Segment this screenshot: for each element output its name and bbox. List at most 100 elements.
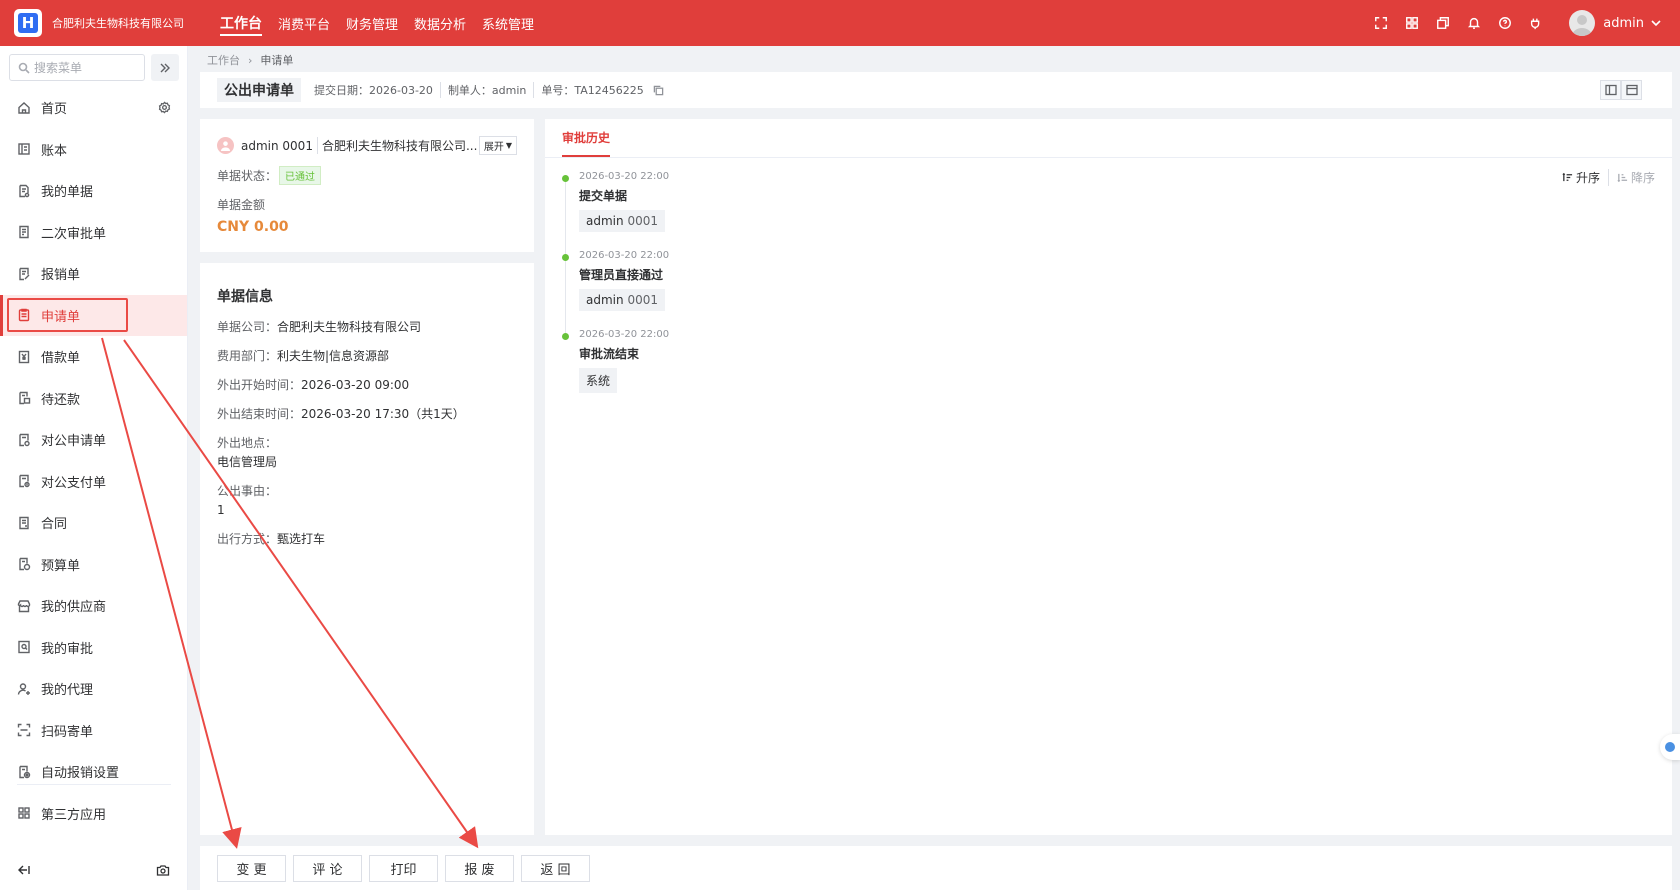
timeline-time: 2026-03-20 22:00: [579, 171, 670, 182]
sidebar-item-scan[interactable]: 扫码寄单: [0, 710, 187, 752]
expand-button[interactable]: 展开 ▼: [478, 136, 517, 155]
sidebar-item-budget[interactable]: 预算单: [0, 544, 187, 586]
sidebar-item-corp-application[interactable]: 对公申请单: [0, 419, 187, 461]
reimbursement-icon: [19, 267, 30, 280]
top-nav-workbench[interactable]: 工作台: [212, 0, 270, 46]
sidebar-item-auto-reimburse[interactable]: 自动报销设置: [0, 751, 187, 793]
apps-grid-icon[interactable]: [1396, 11, 1427, 35]
sort-controls: 升序 降序: [1554, 169, 1655, 186]
layout-switch: [1600, 80, 1642, 100]
help-icon[interactable]: [1489, 11, 1520, 35]
approval-timeline: 2026-03-20 22:00 提交单据 admin 0001 2026-03-20…: [562, 171, 669, 408]
info-row: 外出开始时间：2026-03-20 09:00: [217, 377, 517, 393]
company-name: 合肥利夫生物科技有限公司: [52, 17, 184, 30]
sort-asc-button[interactable]: 升序: [1554, 169, 1609, 186]
assistant-icon: [1665, 742, 1675, 752]
double-chevron-right-icon: [160, 63, 171, 72]
sidebar-item-contract[interactable]: 合同: [0, 502, 187, 544]
sidebar-item-home[interactable]: 首页: [0, 87, 187, 129]
chevron-down-icon: [1651, 20, 1661, 27]
sidebar-item-label: 借款单: [41, 351, 81, 367]
assistant-float-button[interactable]: [1660, 734, 1680, 760]
top-nav-consumption[interactable]: 消费平台: [270, 0, 338, 46]
sidebar-item-reimbursement[interactable]: 报销单: [0, 253, 187, 295]
top-nav-system[interactable]: 系统管理: [474, 0, 542, 46]
top-nav-analytics[interactable]: 数据分析: [406, 0, 474, 46]
sidebar-item-label: 首页: [41, 102, 68, 118]
void-button[interactable]: 报 废: [445, 854, 514, 882]
expand-sidebar-button[interactable]: [151, 54, 179, 81]
sidebar-item-label: 预算单: [41, 558, 81, 574]
sort-asc-label: 升序: [1575, 171, 1600, 185]
sidebar-item-label: 自动报销设置: [41, 766, 120, 782]
info-row: 出行方式：甄选打车: [217, 531, 517, 547]
split-layout-button[interactable]: [1600, 80, 1621, 100]
sidebar-item-application[interactable]: 申请单: [0, 294, 187, 336]
breadcrumb-workbench[interactable]: 工作台: [207, 52, 240, 68]
sidebar-item-repayment[interactable]: 待还款: [0, 378, 187, 420]
timeline-line: [565, 261, 566, 333]
sidebar-item-proxy[interactable]: 我的代理: [0, 668, 187, 710]
sidebar-item-third-party[interactable]: 第三方应用: [0, 793, 187, 835]
highlight-box: [7, 297, 128, 332]
sidebar-item-label: 对公申请单: [41, 434, 107, 450]
sidebar-item-label: 我的单据: [41, 185, 94, 201]
search-placeholder: 搜索菜单: [34, 61, 83, 75]
full-layout-button[interactable]: [1621, 80, 1642, 100]
sidebar-item-label: 扫码寄单: [41, 724, 94, 740]
sidebar-item-label: 我的代理: [41, 683, 94, 699]
app-logo[interactable]: H: [14, 9, 42, 37]
approval-history-card: 审批历史 升序 降序 2026-03-20 22:00 提交单据 admin 000…: [545, 119, 1672, 835]
fullscreen-icon[interactable]: [1365, 11, 1396, 35]
sidebar-item-my-approval[interactable]: 我的审批: [0, 627, 187, 669]
menu-search-input[interactable]: 搜索菜单: [9, 54, 146, 81]
sort-asc-icon: [1562, 172, 1573, 182]
timeline-actor: 系统: [579, 368, 618, 393]
tab-approval-history[interactable]: 审批历史: [562, 119, 611, 157]
proxy-icon: [17, 683, 30, 695]
sidebar-item-label: 对公支付单: [41, 475, 107, 491]
sidebar-item-label: 第三方应用: [41, 807, 107, 823]
windows-icon[interactable]: [1427, 11, 1458, 35]
full-view-icon: [1625, 84, 1638, 96]
menu-divider: [17, 784, 171, 785]
sort-desc-icon: [1617, 173, 1628, 183]
sidebar: 搜索菜单 首页 账本 我的单据 二次审批单 报销单 申请单 借款单 待还款 对公…: [0, 46, 188, 890]
info-row: 公出事由： 1: [217, 483, 517, 518]
tabs: 审批历史: [545, 119, 1672, 158]
sidebar-item-ledger[interactable]: 账本: [0, 129, 187, 171]
copy-icon[interactable]: [653, 85, 664, 96]
summary-card: admin 0001 合肥利夫生物科技有限公司... 展开 ▼ 单据状态： 已通过…: [200, 119, 534, 252]
camera-icon[interactable]: [156, 863, 170, 877]
timeline-title: 审批流结束: [579, 347, 640, 361]
search-icon: [18, 62, 30, 74]
sidebar-footer: [0, 850, 187, 890]
auto-reimburse-icon: [19, 765, 31, 778]
sidebar-item-my-docs[interactable]: 我的单据: [0, 170, 187, 212]
collapse-sidebar-icon[interactable]: [17, 863, 31, 877]
back-button[interactable]: 返 回: [521, 854, 590, 882]
sidebar-item-loan[interactable]: 借款单: [0, 336, 187, 378]
info-key: 外出开始时间：: [217, 378, 302, 392]
print-button[interactable]: 打印: [369, 854, 438, 882]
bell-icon[interactable]: [1458, 11, 1489, 35]
gear-icon[interactable]: [158, 101, 171, 114]
top-nav: 工作台 消费平台 财务管理 数据分析 系统管理: [212, 0, 542, 46]
sort-desc-button[interactable]: 降序: [1609, 169, 1655, 186]
sidebar-item-supplier[interactable]: 我的供应商: [0, 585, 187, 627]
info-key: 单据公司：: [217, 320, 278, 334]
user-menu[interactable]: admin: [1569, 10, 1662, 36]
home-icon: [18, 101, 30, 114]
amount-label: 单据金额: [217, 198, 266, 212]
info-value: 利夫生物|信息资源部: [277, 349, 390, 363]
plugin-icon[interactable]: [1520, 11, 1551, 35]
timeline-dot: [562, 254, 569, 261]
change-button[interactable]: 变 更: [217, 854, 286, 882]
timeline-dot: [562, 333, 569, 340]
comment-button[interactable]: 评 论: [293, 854, 362, 882]
sidebar-item-corp-payment[interactable]: 对公支付单: [0, 461, 187, 503]
info-row: 费用部门：利夫生物|信息资源部: [217, 348, 517, 364]
top-nav-finance[interactable]: 财务管理: [338, 0, 406, 46]
sidebar-item-second-approval[interactable]: 二次审批单: [0, 212, 187, 254]
maker: 制单人：admin: [439, 82, 533, 98]
